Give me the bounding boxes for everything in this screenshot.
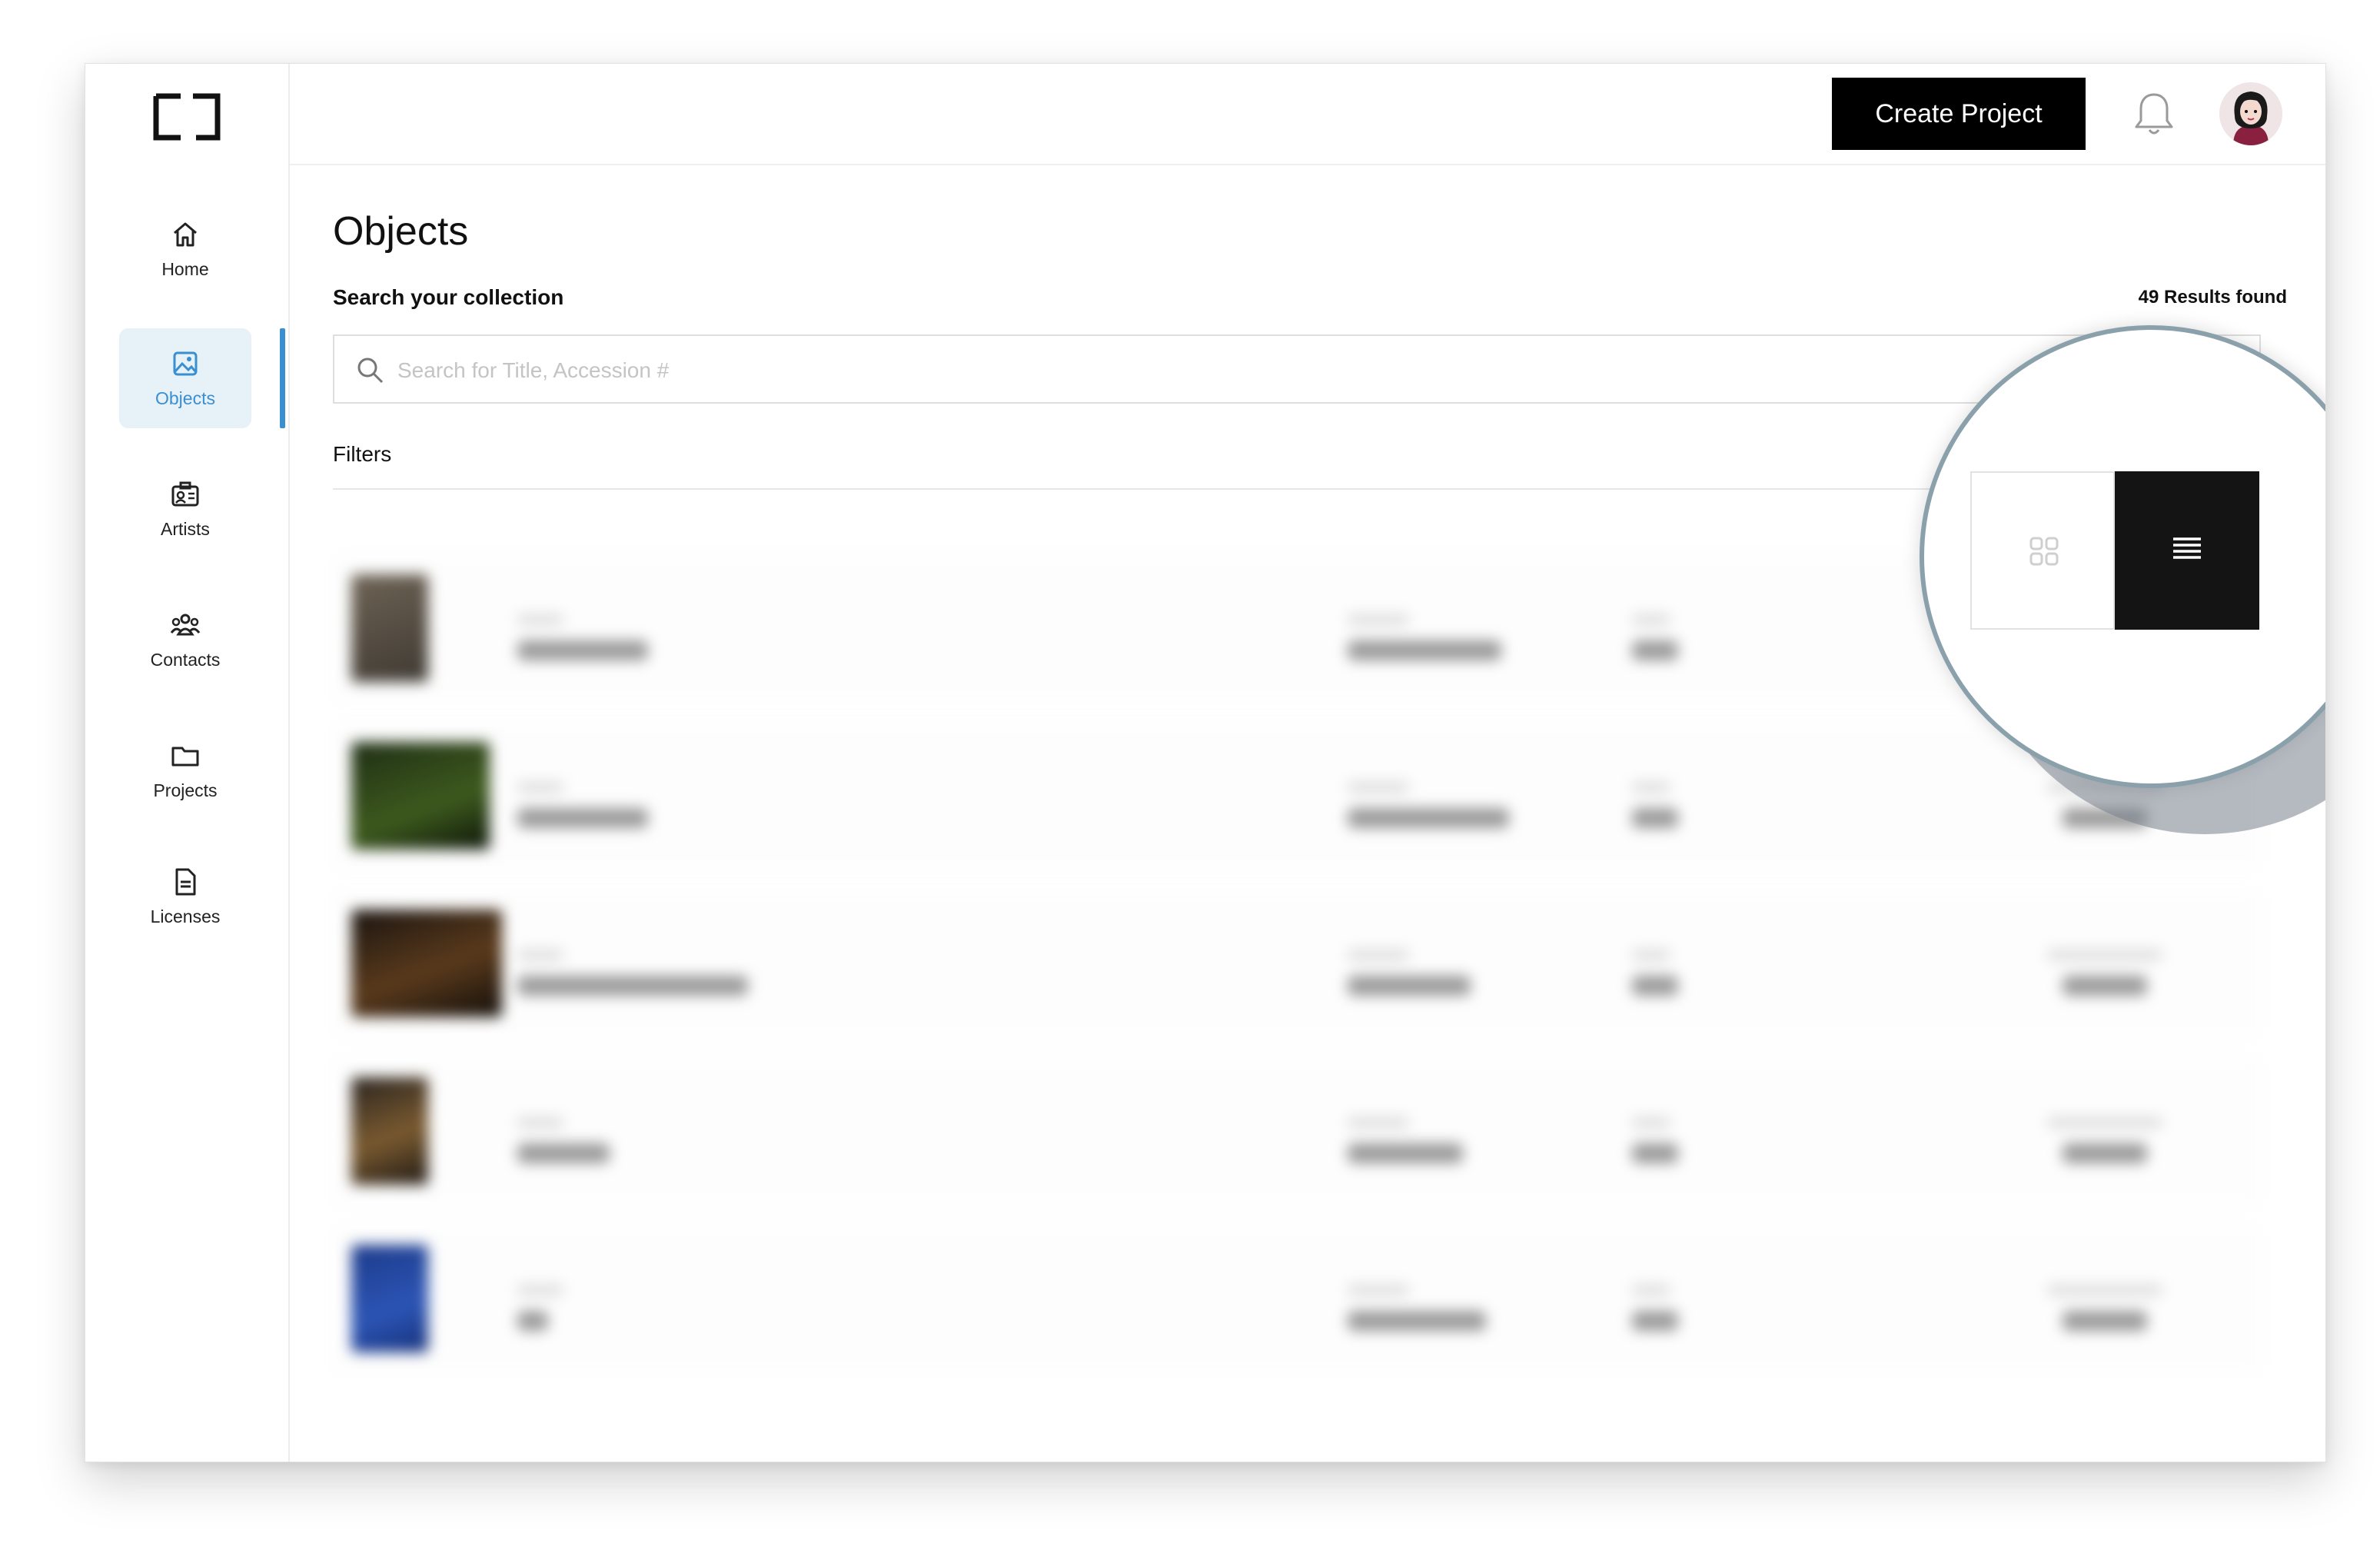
row-date (1632, 1143, 1678, 1163)
bell-icon[interactable] (2132, 90, 2176, 139)
object-thumbnail (351, 574, 428, 682)
row-label (1348, 950, 1409, 960)
table-row[interactable] (333, 891, 2261, 1037)
sidebar: Home Objects Artists Contacts Projects L… (85, 64, 290, 1462)
avatar-illustration-icon (2233, 91, 2269, 145)
row-label (1348, 614, 1409, 625)
row-label (517, 950, 563, 960)
row-label (1632, 1285, 1670, 1296)
sidebar-item-label: Home (161, 259, 209, 279)
row-artist (1348, 640, 1501, 660)
search-box (333, 334, 2261, 404)
row-label (2047, 1117, 2162, 1128)
page-title: Objects (333, 209, 469, 254)
search-icon (357, 358, 384, 384)
row-title (517, 640, 648, 660)
search-label: Search your collection (333, 285, 564, 309)
home-icon (174, 222, 197, 247)
row-label (1348, 782, 1409, 793)
object-thumbnail (351, 1245, 428, 1352)
folder-icon (171, 747, 199, 767)
id-card-icon (171, 481, 199, 507)
document-icon (175, 868, 196, 896)
object-thumbnail (351, 1077, 428, 1185)
sidebar-item-label: Contacts (150, 650, 221, 670)
row-title (517, 1311, 548, 1331)
sidebar-item-objects[interactable]: Objects (119, 328, 251, 428)
row-label (1632, 1117, 1670, 1128)
user-avatar[interactable] (2219, 82, 2282, 145)
create-project-button[interactable]: Create Project (1832, 78, 2086, 150)
row-label (1632, 782, 1670, 793)
row-label (517, 614, 563, 625)
row-artist (1348, 1311, 1486, 1331)
table-row[interactable] (333, 1059, 2261, 1205)
row-value (2063, 1311, 2147, 1331)
grid-view-toggle[interactable] (1970, 471, 2115, 630)
row-label (1632, 950, 1670, 960)
row-artist (1348, 1143, 1463, 1163)
row-value (2063, 1143, 2147, 1163)
app-logo (153, 93, 221, 141)
row-date (1632, 1311, 1678, 1331)
image-icon (173, 351, 198, 376)
row-title (517, 1143, 610, 1163)
row-label (2047, 950, 2162, 960)
sidebar-item-label: Projects (153, 780, 218, 800)
filters-button[interactable]: Filters (333, 442, 391, 467)
grid-icon (2029, 537, 2059, 566)
sidebar-item-projects[interactable]: Projects (119, 720, 251, 820)
row-date (1632, 808, 1678, 828)
app-window: Home Objects Artists Contacts Projects L… (85, 63, 2326, 1462)
sidebar-item-label: Objects (155, 388, 215, 408)
row-label (517, 1285, 563, 1296)
row-artist (1348, 976, 1471, 996)
row-label (517, 1117, 563, 1128)
sidebar-item-artists[interactable]: Artists (119, 459, 251, 559)
row-label (1348, 1285, 1409, 1296)
sidebar-item-label: Licenses (150, 906, 221, 926)
results-count: 49 Results found (2138, 287, 2287, 308)
row-label (1348, 1117, 1409, 1128)
row-title (517, 976, 748, 996)
sidebar-item-home[interactable]: Home (119, 199, 251, 299)
row-value (2063, 808, 2147, 828)
object-thumbnail (351, 742, 490, 850)
search-input[interactable] (396, 350, 1860, 391)
sidebar-item-licenses[interactable]: Licenses (119, 847, 251, 946)
row-label (2047, 1285, 2162, 1296)
people-icon (170, 614, 201, 636)
row-artist (1348, 808, 1509, 828)
row-title (517, 808, 648, 828)
row-value (2063, 976, 2147, 996)
object-thumbnail (351, 910, 502, 1017)
active-indicator (280, 328, 285, 428)
list-view-toggle[interactable] (2115, 471, 2259, 630)
table-row[interactable] (333, 723, 2261, 870)
list-icon (2173, 537, 2201, 559)
sidebar-item-label: Artists (161, 519, 210, 539)
table-row[interactable] (333, 1226, 2261, 1372)
row-date (1632, 976, 1678, 996)
row-label (1632, 614, 1670, 625)
row-date (1632, 640, 1678, 660)
row-label (517, 782, 563, 793)
sidebar-item-contacts[interactable]: Contacts (119, 590, 251, 690)
